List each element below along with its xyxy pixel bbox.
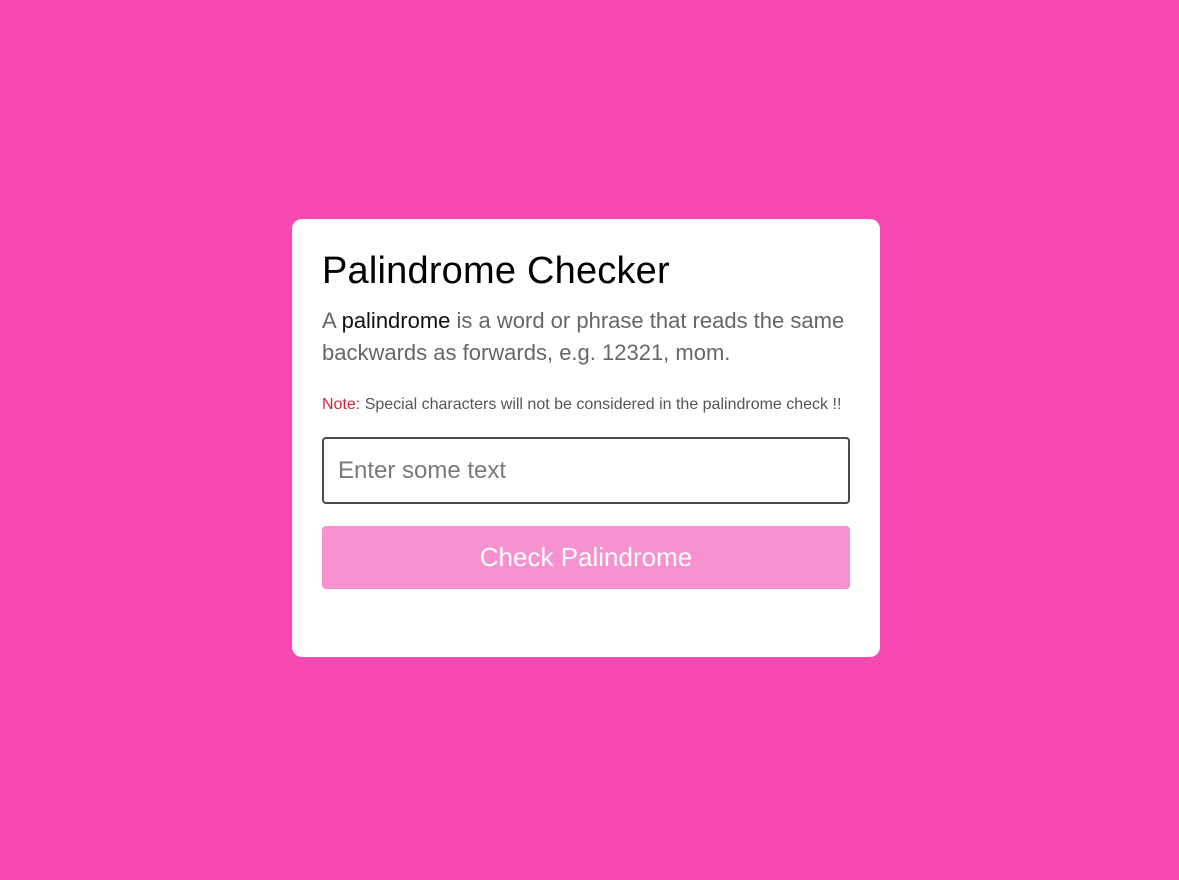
- page-title: Palindrome Checker: [322, 250, 670, 292]
- note-label: Note:: [322, 396, 361, 413]
- description-text: A palindrome is a word or phrase that re…: [322, 305, 850, 369]
- note-text: Note: Special characters will not be con…: [322, 393, 850, 417]
- palindrome-card: Palindrome Checker A palindrome is a wor…: [292, 219, 880, 657]
- text-input[interactable]: [322, 437, 850, 504]
- description-highlight: palindrome: [341, 308, 451, 333]
- note-body: Special characters will not be considere…: [360, 396, 842, 413]
- description-prefix: A: [322, 308, 342, 333]
- check-palindrome-button[interactable]: Check Palindrome: [322, 526, 850, 589]
